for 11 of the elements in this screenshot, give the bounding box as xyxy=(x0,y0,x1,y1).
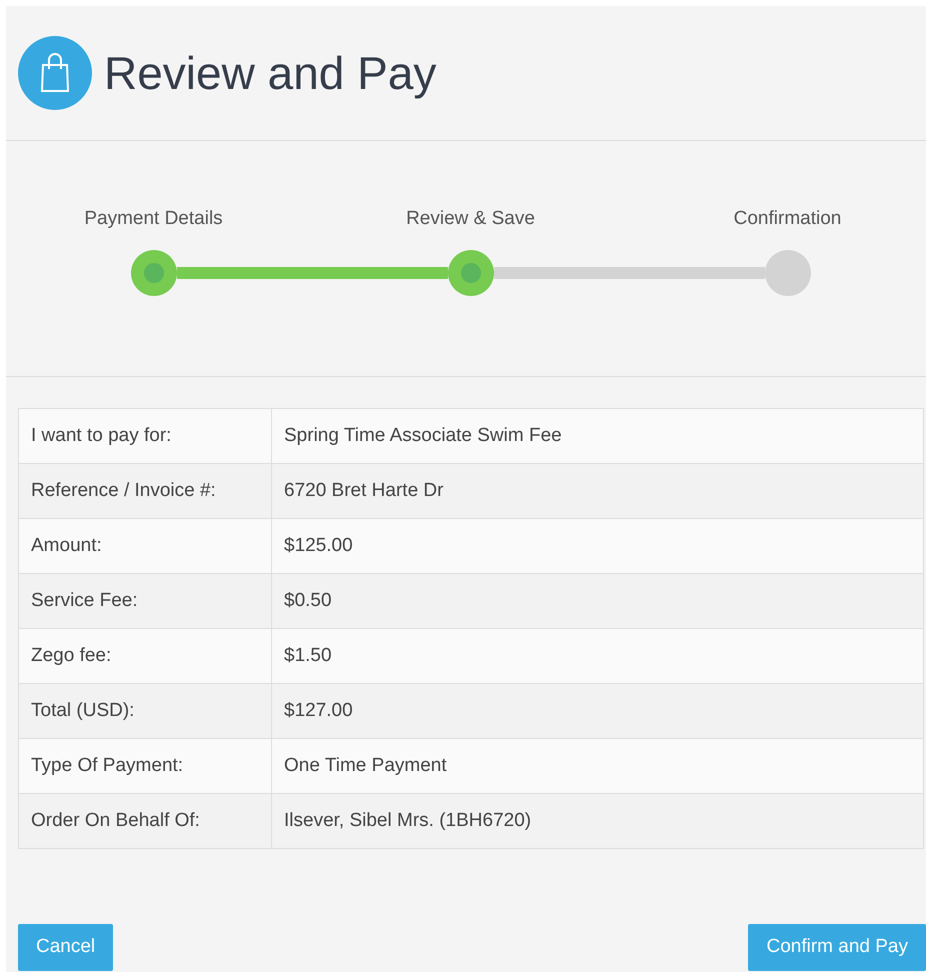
page-title: Review and Pay xyxy=(104,50,436,96)
label-cell: I want to pay for: xyxy=(18,408,272,464)
step-label: Confirmation xyxy=(734,207,842,231)
step-label: Review & Save xyxy=(406,207,535,231)
shopping-bag-icon xyxy=(18,36,92,110)
confirm-and-pay-button[interactable]: Confirm and Pay xyxy=(748,924,926,971)
value-cell: Ilsever, Sibel Mrs. (1BH6720) xyxy=(272,794,924,848)
label-cell: Order On Behalf Of: xyxy=(18,794,272,848)
step-label: Payment Details xyxy=(84,207,223,231)
value-cell: Spring Time Associate Swim Fee xyxy=(272,408,924,464)
cancel-button[interactable]: Cancel xyxy=(18,924,114,971)
